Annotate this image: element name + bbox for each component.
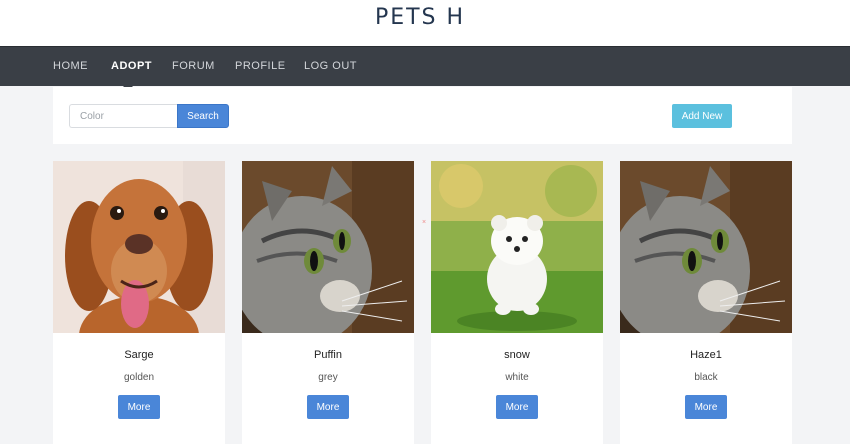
- brand-header: PETS H: [0, 0, 850, 46]
- puppy-photo[interactable]: [431, 161, 603, 333]
- pet-color: black: [694, 372, 718, 383]
- nav-item-logout[interactable]: LOG OUT: [304, 60, 357, 72]
- cat-photo[interactable]: [620, 161, 792, 333]
- pet-card: Haze1 black More: [620, 161, 792, 444]
- pet-name: Sarge: [124, 349, 154, 361]
- search-button[interactable]: Search: [177, 104, 229, 128]
- pet-color: golden: [123, 372, 155, 383]
- more-button[interactable]: More: [685, 395, 727, 419]
- nav-item-forum[interactable]: FORUM: [172, 60, 215, 72]
- pet-card: Sarge golden More: [53, 161, 225, 444]
- filter-toolbar: Search Add New: [53, 87, 792, 144]
- nav-item-profile[interactable]: PROFILE: [235, 60, 286, 72]
- color-search-input[interactable]: [69, 104, 178, 128]
- pet-name: Puffin: [314, 349, 342, 361]
- pet-color: white: [505, 372, 529, 383]
- pet-name: Haze1: [690, 349, 722, 361]
- dog-photo[interactable]: [53, 161, 225, 333]
- site-title: PETS H: [374, 5, 466, 30]
- add-new-button[interactable]: Add New: [672, 104, 732, 128]
- pet-card: Puffin grey More: [242, 161, 414, 444]
- pet-color: grey: [318, 372, 338, 383]
- stray-mark: ×: [422, 219, 427, 226]
- nav-item-adopt[interactable]: ADOPT: [111, 60, 152, 72]
- cat-photo[interactable]: [242, 161, 414, 333]
- main-nav: HOME ADOPT FORUM PROFILE LOG OUT: [0, 46, 850, 91]
- more-button[interactable]: More: [307, 395, 349, 419]
- more-button[interactable]: More: [496, 395, 538, 419]
- more-button[interactable]: More: [118, 395, 160, 419]
- pet-name: snow: [504, 349, 530, 361]
- nav-item-home[interactable]: HOME: [53, 60, 88, 72]
- pet-card: snow white More: [431, 161, 603, 444]
